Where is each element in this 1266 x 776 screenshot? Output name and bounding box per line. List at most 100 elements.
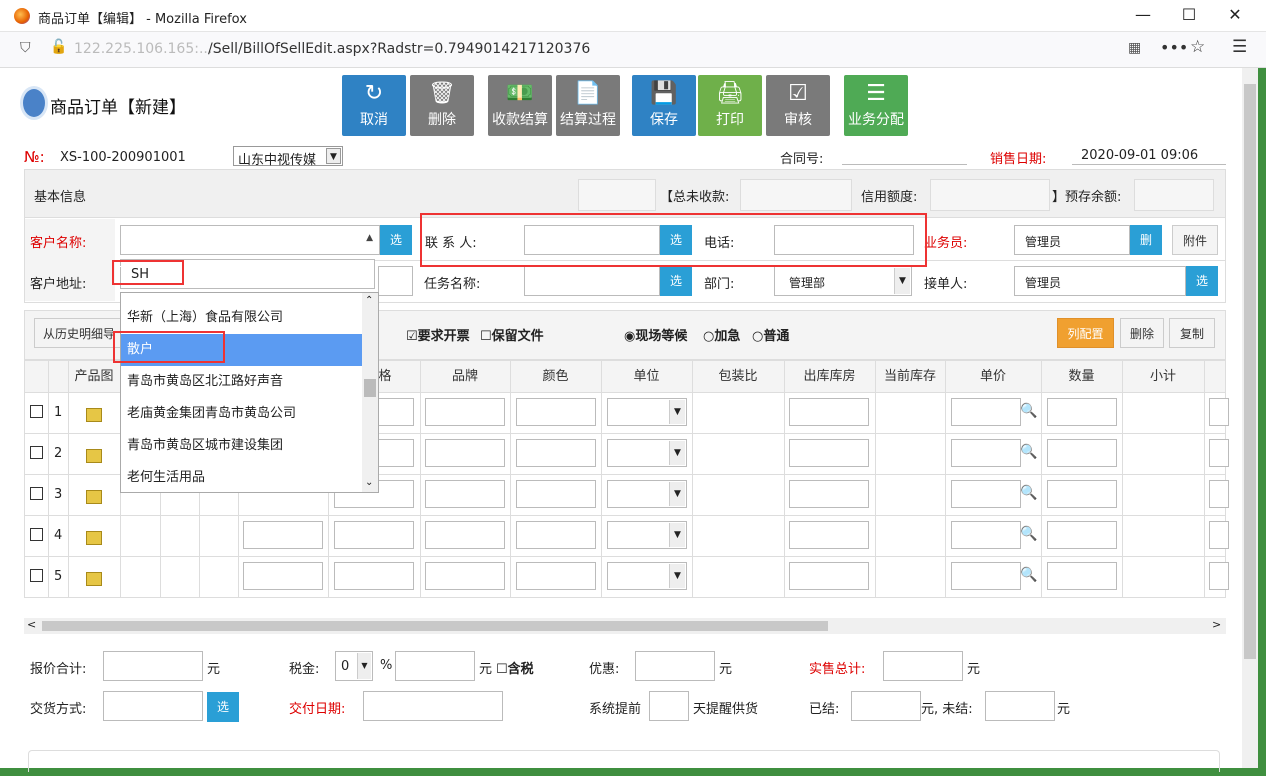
settle-process-button[interactable]: 📄 结算过程: [556, 75, 620, 136]
extra-input[interactable]: [1209, 439, 1229, 467]
list-item[interactable]: 青岛市黄岛区城市建设集团: [121, 430, 362, 462]
row-checkbox[interactable]: [30, 528, 43, 541]
search-icon[interactable]: 🔍: [1020, 485, 1037, 501]
receiver-input[interactable]: 管理员: [1014, 266, 1186, 296]
cancel-button[interactable]: ↻ 取消: [342, 75, 406, 136]
customer-address-input[interactable]: [378, 266, 413, 296]
receiver-select-button[interactable]: 选: [1186, 266, 1218, 296]
price-input[interactable]: [951, 398, 1021, 426]
shield-icon[interactable]: ⛉: [20, 40, 31, 56]
delivery-select-button[interactable]: 选: [207, 692, 239, 722]
contract-input[interactable]: [842, 164, 967, 165]
scroll-right-icon[interactable]: >: [1212, 618, 1221, 631]
color-input[interactable]: [516, 439, 596, 467]
business-assign-button[interactable]: ☰ 业务分配: [844, 75, 908, 136]
invoice-checkbox[interactable]: ☑要求开票: [406, 325, 470, 344]
customer-name-combo[interactable]: ▲: [120, 225, 380, 255]
row-checkbox[interactable]: [30, 569, 43, 582]
task-name-input[interactable]: [524, 266, 660, 296]
brand-input[interactable]: [425, 480, 505, 508]
radio-normal[interactable]: ○普通: [752, 325, 789, 344]
product-image-icon[interactable]: [86, 490, 102, 504]
history-import-button[interactable]: 从历史明细导: [34, 318, 124, 348]
attachment-button[interactable]: 附件: [1172, 225, 1218, 255]
more-icon[interactable]: •••: [1160, 38, 1188, 57]
row-checkbox[interactable]: [30, 405, 43, 418]
price-input[interactable]: [951, 480, 1021, 508]
search-icon[interactable]: 🔍: [1020, 567, 1037, 583]
row-input[interactable]: [334, 521, 414, 549]
tax-rate-select[interactable]: 0 ▼: [335, 651, 373, 681]
qty-input[interactable]: [1047, 398, 1117, 426]
scroll-left-icon[interactable]: <: [27, 618, 36, 631]
qty-input[interactable]: [1047, 480, 1117, 508]
url-path[interactable]: /Sell/BillOfSellEdit.aspx?Radstr=0.79490…: [208, 41, 590, 57]
radio-urgent[interactable]: ○加急: [703, 325, 740, 344]
unit-select[interactable]: ▼: [607, 480, 687, 508]
color-input[interactable]: [516, 480, 596, 508]
delete-button[interactable]: 🗑 删除: [410, 75, 474, 136]
delivery-method-input[interactable]: [103, 691, 203, 721]
customer-dropdown-list[interactable]: 华新（上海）食品有限公司 散户 青岛市黄岛区北江路好声音 老庙黄金集团青岛市黄岛…: [120, 292, 379, 493]
row-input[interactable]: [243, 562, 323, 590]
product-image-icon[interactable]: [86, 572, 102, 586]
audit-button[interactable]: ☑ 审核: [766, 75, 830, 136]
brand-input[interactable]: [425, 562, 505, 590]
list-item[interactable]: 老何生活用品: [121, 462, 362, 492]
price-input[interactable]: [951, 439, 1021, 467]
salesman-input[interactable]: 管理员: [1014, 225, 1130, 255]
chevron-down-icon[interactable]: ⌄: [365, 477, 373, 488]
warehouse-input[interactable]: [789, 480, 869, 508]
list-item[interactable]: 老庙黄金集团青岛市黄岛公司: [121, 398, 362, 430]
bookmark-star-icon[interactable]: ☆: [1190, 37, 1205, 57]
close-button[interactable]: ✕: [1212, 0, 1258, 32]
product-image-icon[interactable]: [86, 531, 102, 545]
save-button[interactable]: 💾 保存: [632, 75, 696, 136]
search-icon[interactable]: 🔍: [1020, 444, 1037, 460]
row-input[interactable]: [243, 521, 323, 549]
price-input[interactable]: [951, 521, 1021, 549]
brand-input[interactable]: [425, 398, 505, 426]
page-scrollbar[interactable]: [1242, 68, 1258, 768]
unit-select[interactable]: ▼: [607, 521, 687, 549]
department-select[interactable]: 管理部 ▼: [774, 266, 912, 296]
tax-amount-input[interactable]: [395, 651, 475, 681]
qty-input[interactable]: [1047, 562, 1117, 590]
tax-included-checkbox[interactable]: ☐含税: [496, 658, 534, 677]
discount-input[interactable]: [635, 651, 715, 681]
company-select[interactable]: 山东中视传媒 ▼: [233, 146, 343, 168]
customer-select-button[interactable]: 选: [380, 225, 412, 255]
row-copy-button[interactable]: 复制: [1169, 318, 1215, 348]
color-input[interactable]: [516, 521, 596, 549]
unit-select[interactable]: ▼: [607, 562, 687, 590]
pay-date-input[interactable]: [363, 691, 503, 721]
qty-input[interactable]: [1047, 439, 1117, 467]
color-input[interactable]: [516, 562, 596, 590]
color-input[interactable]: [516, 398, 596, 426]
unsettled-input[interactable]: [985, 691, 1055, 721]
row-checkbox[interactable]: [30, 487, 43, 500]
minimize-button[interactable]: —: [1120, 0, 1166, 32]
salesman-delete-button[interactable]: 删: [1130, 225, 1162, 255]
print-button[interactable]: 🖨 打印: [698, 75, 762, 136]
insecure-lock-icon[interactable]: 🔓: [50, 39, 67, 55]
url-host[interactable]: 122.225.106.165:...: [74, 41, 212, 57]
extra-input[interactable]: [1209, 398, 1229, 426]
qr-code-icon[interactable]: ▦: [1128, 40, 1141, 56]
dropdown-scrollbar[interactable]: ⌃ ⌄: [362, 293, 378, 492]
remark-panel[interactable]: [28, 750, 1220, 772]
search-icon[interactable]: 🔍: [1020, 403, 1037, 419]
keep-file-checkbox[interactable]: ☐保留文件: [480, 325, 544, 344]
task-select-button[interactable]: 选: [660, 266, 692, 296]
brand-input[interactable]: [425, 521, 505, 549]
price-input[interactable]: [951, 562, 1021, 590]
maximize-button[interactable]: ☐: [1166, 0, 1212, 32]
actual-total-input[interactable]: [883, 651, 963, 681]
column-config-button[interactable]: 列配置: [1057, 318, 1114, 348]
radio-onsite[interactable]: ◉现场等候: [624, 325, 687, 344]
extra-input[interactable]: [1209, 480, 1229, 508]
brand-input[interactable]: [425, 439, 505, 467]
search-icon[interactable]: 🔍: [1020, 526, 1037, 542]
remind-days-input[interactable]: [649, 691, 689, 721]
chevron-up-icon[interactable]: ⌃: [365, 295, 373, 306]
